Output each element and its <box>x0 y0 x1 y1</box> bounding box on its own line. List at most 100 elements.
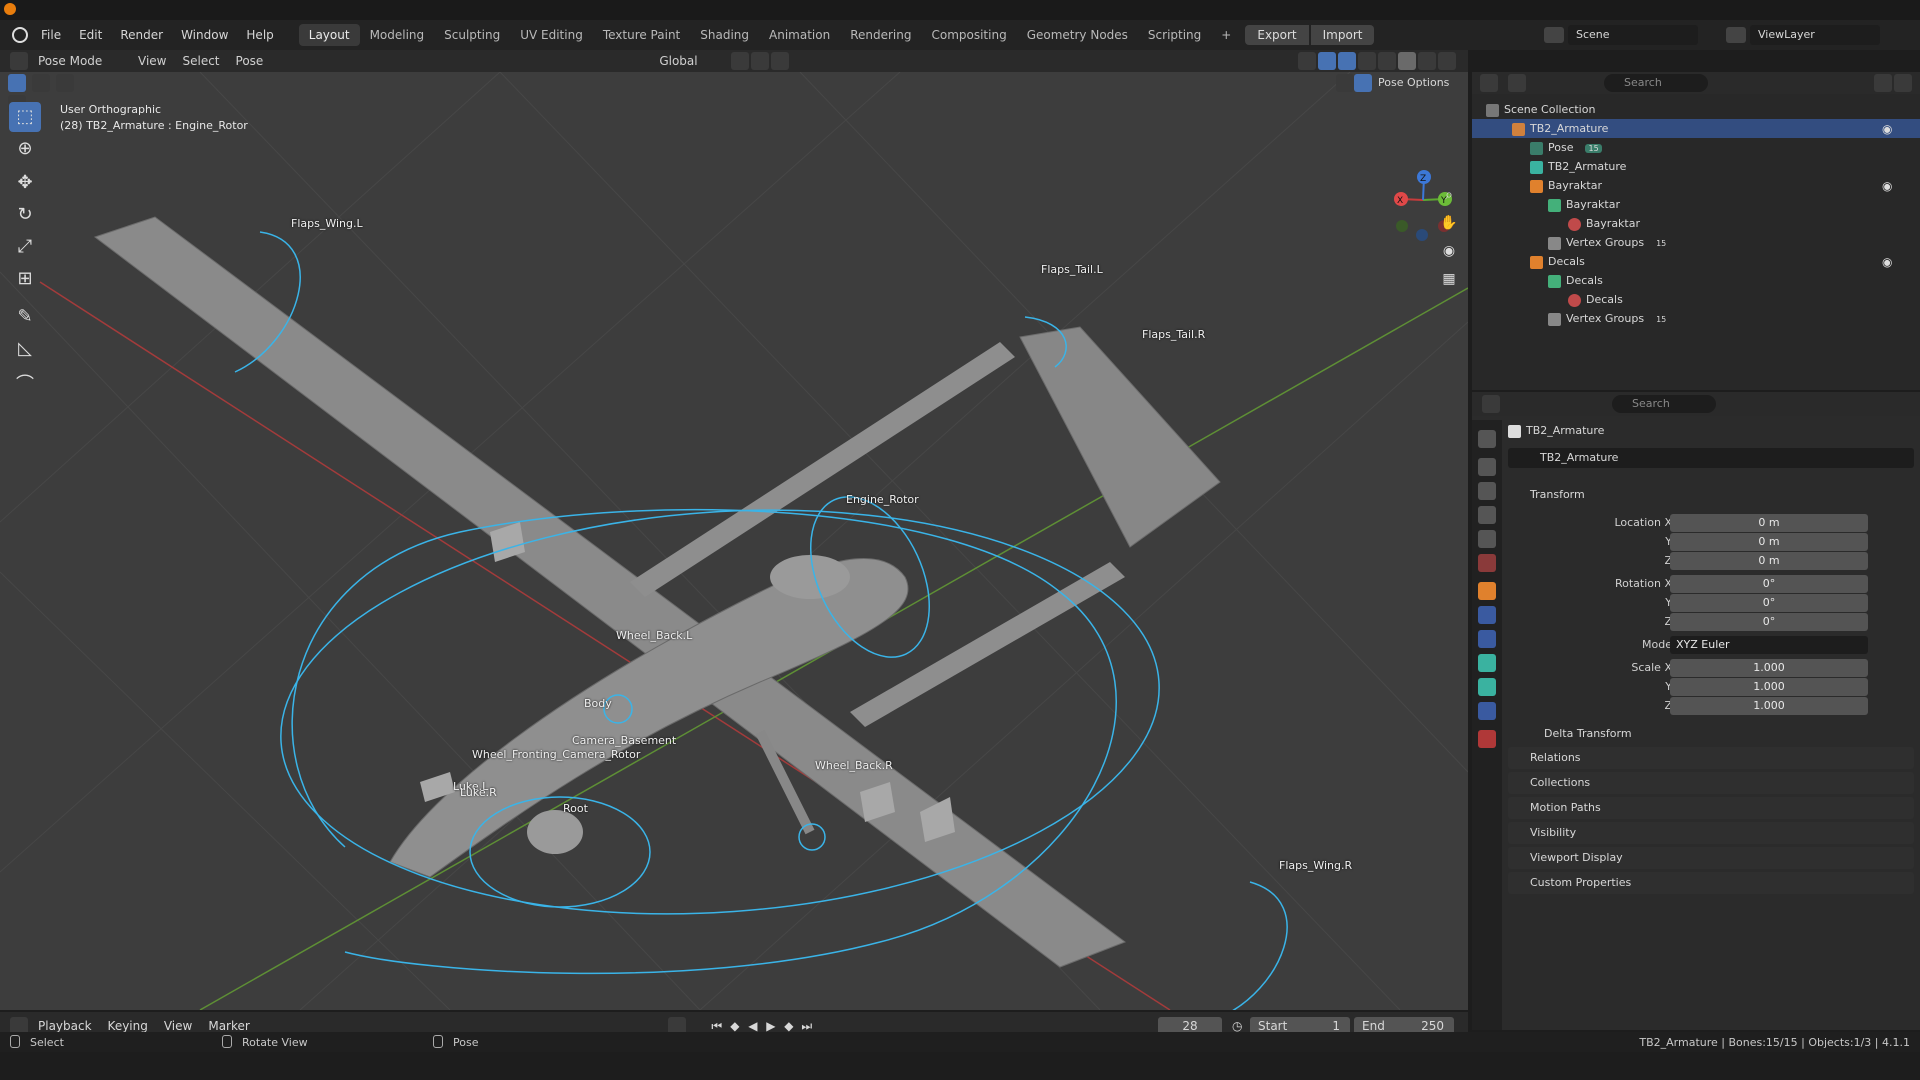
outliner-item-decals-data[interactable]: Decals <box>1472 271 1920 290</box>
select-extend-icon[interactable] <box>31 74 50 92</box>
outliner-item-material[interactable]: Bayraktar <box>1472 214 1920 233</box>
menu-file[interactable]: File <box>32 20 70 50</box>
tab-modeling[interactable]: Modeling <box>360 24 435 46</box>
select-subtract-icon[interactable] <box>55 74 74 92</box>
relations-panel[interactable]: Relations <box>1508 747 1914 769</box>
viewlayer-icon[interactable] <box>1726 27 1746 43</box>
tab-compositing[interactable]: Compositing <box>921 24 1016 46</box>
bone-envelope-tool-icon[interactable]: ⌒ <box>9 370 41 400</box>
outliner-item-decals-material[interactable]: Decals <box>1472 290 1920 309</box>
physics-tab-icon[interactable] <box>1478 630 1496 648</box>
pose-options-button[interactable]: Pose Options <box>1378 72 1449 94</box>
location-x-field[interactable]: 0 m <box>1670 514 1868 532</box>
select-box-tool-icon[interactable]: ⬚ <box>9 102 41 132</box>
zoom-icon[interactable]: ⌕ <box>1436 182 1462 208</box>
ortho-grid-icon[interactable]: ▦ <box>1436 266 1462 292</box>
xray-icon[interactable] <box>1358 52 1376 70</box>
render-tab-icon[interactable] <box>1478 458 1496 476</box>
outliner-search-input[interactable]: Search <box>1604 74 1708 92</box>
menu-select[interactable]: Select <box>174 50 227 72</box>
menu-help[interactable]: Help <box>237 20 282 50</box>
outliner-scene-collection[interactable]: Scene Collection <box>1472 100 1920 119</box>
scene-name-field[interactable]: Scene <box>1568 25 1698 45</box>
scale-x-field[interactable]: 1.000 <box>1670 659 1868 677</box>
rotation-z-field[interactable]: 0° <box>1670 613 1868 631</box>
wireframe-shading-icon[interactable] <box>1378 52 1396 70</box>
play-icon[interactable]: ▶ <box>762 1019 780 1033</box>
material-shading-icon[interactable] <box>1418 52 1436 70</box>
bone-xray-icon[interactable] <box>1336 74 1354 92</box>
outliner-item-pose[interactable]: Pose 15 <box>1472 138 1920 157</box>
eye-icon[interactable]: ◉ <box>1882 179 1892 193</box>
texture-tab-icon[interactable] <box>1478 730 1496 748</box>
solid-shading-icon[interactable] <box>1398 52 1416 70</box>
menu-edit[interactable]: Edit <box>70 20 111 50</box>
object-data-tab-icon[interactable] <box>1478 654 1496 672</box>
3d-viewport[interactable]: X Y Z User Orthographic (28) TB2_Armatur… <box>0 72 1468 1010</box>
import-button[interactable]: Import <box>1310 25 1375 45</box>
world-tab-icon[interactable] <box>1478 554 1496 572</box>
bone-label[interactable]: Flaps_Tail.R <box>1142 328 1205 341</box>
bone-label[interactable]: Flaps_Wing.L <box>291 217 363 230</box>
custom-properties-panel[interactable]: Custom Properties <box>1508 872 1914 894</box>
transform-orientation-selector[interactable]: Global <box>651 50 731 72</box>
outliner-item-armature-data[interactable]: TB2_Armature <box>1472 157 1920 176</box>
rotation-mode-dropdown[interactable]: XYZ Euler <box>1670 636 1868 654</box>
export-button[interactable]: Export <box>1245 25 1309 45</box>
object-name-field[interactable]: TB2_Armature <box>1508 448 1914 468</box>
location-z-field[interactable]: 0 m <box>1670 552 1868 570</box>
bone-label[interactable]: Flaps_Tail.L <box>1041 263 1103 276</box>
tab-geometry-nodes[interactable]: Geometry Nodes <box>1017 24 1138 46</box>
x-mirror-icon[interactable] <box>1354 74 1372 92</box>
tab-texture-paint[interactable]: Texture Paint <box>593 24 690 46</box>
proportional-icon[interactable] <box>771 52 790 70</box>
tab-shading[interactable]: Shading <box>690 24 759 46</box>
menu-view[interactable]: View <box>130 50 174 72</box>
properties-search-input[interactable]: Search <box>1612 395 1716 413</box>
preview-range-icon[interactable]: ◷ <box>1232 1019 1250 1033</box>
delta-transform-panel[interactable]: Delta Transform <box>1522 723 1914 745</box>
cursor-tool-icon[interactable]: ⊕ <box>9 134 41 164</box>
bone-label[interactable]: Flaps_Wing.R <box>1279 859 1352 872</box>
rotation-x-field[interactable]: 0° <box>1670 575 1868 593</box>
view-layer-tab-icon[interactable] <box>1478 506 1496 524</box>
pivot-icon[interactable] <box>731 52 750 70</box>
scale-y-field[interactable]: 1.000 <box>1670 678 1868 696</box>
transform-tool-icon[interactable]: ⊞ <box>9 264 41 294</box>
bone-constraint-tab-icon[interactable] <box>1478 702 1496 720</box>
snap-icon[interactable] <box>751 52 770 70</box>
visibility-icon[interactable] <box>1298 52 1316 70</box>
transform-panel-header[interactable]: Transform <box>1508 484 1914 506</box>
visibility-panel[interactable]: Visibility <box>1508 822 1914 844</box>
outliner-item-mesh[interactable]: Bayraktar <box>1472 176 1920 195</box>
measure-tool-icon[interactable]: ◺ <box>9 334 41 364</box>
next-keyframe-icon[interactable]: ◆ <box>780 1019 798 1033</box>
bone-label[interactable]: Wheel_Back.L <box>616 629 692 642</box>
mode-selector[interactable]: Pose Mode <box>30 50 130 72</box>
bone-label[interactable]: Root <box>563 802 588 815</box>
rotate-tool-icon[interactable]: ↻ <box>9 200 41 230</box>
tab-uv-editing[interactable]: UV Editing <box>510 24 593 46</box>
bone-label[interactable]: Luke.R <box>460 786 497 799</box>
pan-hand-icon[interactable]: ✋ <box>1436 210 1462 236</box>
overlay-icon[interactable] <box>1338 52 1356 70</box>
eye-icon[interactable]: ◉ <box>1882 255 1892 269</box>
outliner-item-mesh-data[interactable]: Bayraktar <box>1472 195 1920 214</box>
gizmo-icon[interactable] <box>1318 52 1336 70</box>
filter-icon[interactable] <box>1874 74 1892 92</box>
add-workspace-button[interactable]: + <box>1211 24 1241 46</box>
outliner-item-decals-vertex-groups[interactable]: Vertex Groups 15 <box>1472 309 1920 328</box>
object-tab-icon[interactable] <box>1478 582 1496 600</box>
new-collection-icon[interactable] <box>1894 74 1912 92</box>
prev-keyframe-icon[interactable]: ◆ <box>726 1019 744 1033</box>
select-new-icon[interactable] <box>8 74 26 92</box>
bone-label[interactable]: Wheel_Fronting_Camera_Rotor <box>472 748 640 761</box>
scene-tab-icon[interactable] <box>1478 530 1496 548</box>
eye-icon[interactable]: ◉ <box>1882 122 1892 136</box>
tab-rendering[interactable]: Rendering <box>840 24 921 46</box>
scale-tool-icon[interactable]: ⤢ <box>9 232 41 262</box>
annotate-tool-icon[interactable]: ✎ <box>9 302 41 332</box>
tab-animation[interactable]: Animation <box>759 24 840 46</box>
camera-view-icon[interactable]: ◉ <box>1436 238 1462 264</box>
bone-label[interactable]: Body <box>584 697 612 710</box>
